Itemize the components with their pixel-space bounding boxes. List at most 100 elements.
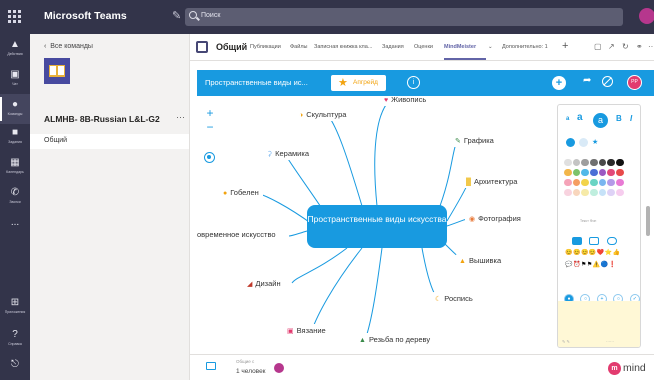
mindmeister-toolbar: Пространственные виды ис... ★ Апгрейд i … <box>197 70 654 96</box>
search-input[interactable]: Поиск <box>185 8 623 26</box>
rail-assignments[interactable]: ■ Задания <box>0 122 30 152</box>
node-sculpture[interactable]: ◑ Скульптура <box>295 108 351 121</box>
chat-icon[interactable] <box>206 362 216 370</box>
back-label: Все команды <box>50 43 93 50</box>
zoom-in-icon[interactable]: + <box>203 106 217 120</box>
scrollbar[interactable] <box>646 206 650 236</box>
tab-grades[interactable]: Оценки <box>414 44 433 50</box>
zoom-out-icon[interactable]: − <box>203 120 217 134</box>
more-icon[interactable]: ·· <box>648 42 653 51</box>
node-woodcarving[interactable]: ▲ Резьба по дереву <box>355 333 435 346</box>
compose-icon[interactable]: ✎ <box>172 9 181 22</box>
shape-rounded[interactable] <box>606 237 617 245</box>
font-medium-button[interactable]: a <box>577 112 583 123</box>
tab-files[interactable]: Файлы <box>290 44 307 50</box>
expand-icon[interactable]: ↗ <box>608 42 615 51</box>
add-node-button[interactable]: + <box>552 76 566 90</box>
color-swatch[interactable] <box>581 188 589 196</box>
star-icon: ★ <box>338 77 348 89</box>
color-swatch[interactable] <box>598 188 607 196</box>
node-design[interactable]: ◢ Дизайн <box>243 277 285 290</box>
icon-row-1[interactable]: 😊😊😊😊❤️⭐👍 <box>565 249 621 256</box>
italic-button[interactable]: I <box>630 114 632 123</box>
node-mural[interactable]: ☾ Роспись <box>431 292 477 305</box>
notes-more-link[interactable]: ······ <box>606 339 614 344</box>
rail-more[interactable]: ... <box>0 212 30 242</box>
text-bg-label: Текст Фон <box>580 219 597 223</box>
channel-label: Общий <box>44 137 68 144</box>
app-launcher-icon[interactable] <box>8 10 22 24</box>
shape-filled[interactable] <box>572 237 582 245</box>
rail-chat[interactable]: ▣ Чат <box>0 64 30 94</box>
color-swatch[interactable] <box>564 188 572 196</box>
map-title[interactable]: Пространственные виды ис... <box>205 78 308 87</box>
node-photography[interactable]: ◉ Фотография <box>465 212 525 225</box>
user-avatar[interactable] <box>639 8 654 24</box>
mindmap-canvas[interactable]: + − Пространственные виды искусства ♥ Жив… <box>197 96 555 354</box>
rail-help[interactable]: ? Справка <box>0 324 30 354</box>
tab-assignments[interactable]: Задания <box>382 44 404 50</box>
channel-item-general[interactable]: Общий <box>30 134 189 149</box>
bold-button[interactable]: B <box>616 114 622 123</box>
color-swatch[interactable] <box>607 188 615 196</box>
font-small-button[interactable]: a <box>566 116 569 122</box>
block-icon[interactable] <box>602 76 613 87</box>
center-map-icon[interactable] <box>204 152 215 163</box>
node-tapestry[interactable]: ● Гобелен <box>219 186 263 199</box>
rail-device[interactable]: ⎋ <box>0 354 30 380</box>
pen-icon: ✎ <box>455 138 461 145</box>
tab-mindmeister[interactable]: MindMeister <box>444 44 476 50</box>
upgrade-label: Апгрейд <box>353 79 378 86</box>
tab-notebook[interactable]: Записная книжка кла... <box>314 44 372 50</box>
back-to-teams-link[interactable]: ‹ Все команды <box>44 43 93 50</box>
notes-tools-icon[interactable]: ✎ ✎ <box>562 339 570 344</box>
node-embroidery[interactable]: ▲ Вышивка <box>455 254 506 267</box>
calendar-icon: ▦ <box>10 157 20 168</box>
color-swatch[interactable] <box>590 188 598 196</box>
swatch-row <box>564 153 640 166</box>
members-count[interactable]: 1 человек <box>236 368 266 375</box>
add-tab-icon[interactable]: + <box>562 40 568 52</box>
moon-icon: ☾ <box>435 296 442 303</box>
mind-logo-icon: m <box>608 362 621 375</box>
sun-icon: ● <box>223 190 228 197</box>
rail-label: Действия <box>7 52 23 56</box>
notes-area[interactable]: ✎ ✎ ······ <box>558 301 640 347</box>
icon-row-2[interactable]: 💬⏰⚑⚑⚠️🔵❗ <box>565 261 617 268</box>
star-icon[interactable]: ★ <box>592 138 601 147</box>
rail-activity[interactable]: ▲ Действия <box>0 34 30 64</box>
node-modern-art[interactable]: овременное искусство <box>197 228 280 241</box>
chevron-down-icon[interactable]: ⌄ <box>488 44 493 50</box>
refresh-icon[interactable]: ↻ <box>622 42 629 51</box>
node-architecture[interactable]: █ Архитектура <box>462 175 522 188</box>
tab-posts[interactable]: Публикации <box>250 44 281 50</box>
phone-icon: ✆ <box>10 187 20 198</box>
tab-more[interactable]: Дополнительно: 1 <box>502 44 548 50</box>
app-rail: ▲ Действия ▣ Чат ● Команды ■ Задания ▦ К… <box>0 34 30 380</box>
color-swatch[interactable] <box>572 188 581 196</box>
node-painting[interactable]: ♥ Живопись <box>380 96 431 106</box>
node-ceramics[interactable]: ⚳ Керамика <box>263 147 313 160</box>
node-knitting[interactable]: ▣ Вязание <box>283 324 330 337</box>
rail-calls[interactable]: ✆ Звонки <box>0 182 30 212</box>
rail-apps[interactable]: ⊞ Приложения <box>0 292 30 322</box>
color-swatch[interactable] <box>616 188 624 196</box>
font-large-button[interactable]: a <box>593 113 608 128</box>
search-icon <box>189 11 197 19</box>
color-dot[interactable] <box>566 138 575 147</box>
node-graphics[interactable]: ✎ Графика <box>451 134 498 147</box>
globe-icon[interactable]: ⚭ <box>636 42 643 51</box>
central-topic[interactable]: Пространственные виды искусства <box>307 205 447 248</box>
color-dot[interactable] <box>579 138 588 147</box>
chat-bubble-icon[interactable]: ▢ <box>594 42 602 51</box>
shape-outline[interactable] <box>589 237 600 245</box>
member-avatar[interactable] <box>274 363 284 373</box>
rail-teams[interactable]: ● Команды <box>0 94 30 124</box>
rail-label: Календарь <box>6 170 24 174</box>
upgrade-button[interactable]: ★ Апгрейд <box>331 75 386 91</box>
share-icon[interactable]: ➦ <box>583 75 591 86</box>
mm-user-avatar[interactable]: PP <box>627 75 642 90</box>
info-icon[interactable]: i <box>407 76 420 89</box>
team-more-icon[interactable]: ··· <box>176 112 185 122</box>
rail-calendar[interactable]: ▦ Календарь <box>0 152 30 182</box>
